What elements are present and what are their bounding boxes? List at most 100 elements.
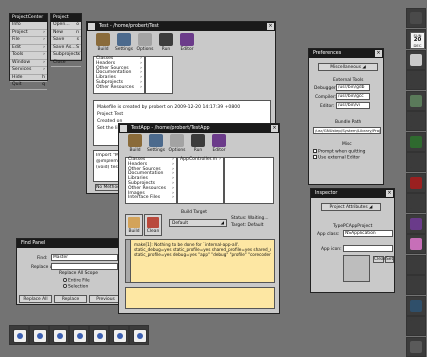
menu-item-services[interactable]: Services ›: [10, 67, 47, 75]
clean-button[interactable]: Clean: [144, 214, 162, 236]
preferences-popup[interactable]: Miscellaneous ◢: [318, 63, 378, 71]
menu-item-project[interactable]: Project ›: [10, 30, 47, 37]
menu-item-open-[interactable]: Open... o: [51, 22, 81, 30]
close-button[interactable]: ×: [375, 50, 382, 57]
close-button[interactable]: ×: [386, 190, 393, 197]
minimized-window-icon[interactable]: [109, 325, 129, 345]
miniaturize-button[interactable]: [120, 125, 127, 132]
network-icon[interactable]: [406, 132, 426, 152]
menu-item-tools[interactable]: Tools ›: [10, 52, 47, 60]
minimized-window-icon[interactable]: [29, 325, 49, 345]
toolbar-options-button[interactable]: Options: [135, 33, 155, 55]
clock-month: DEC: [413, 43, 422, 48]
terminal-icon[interactable]: [406, 70, 426, 90]
window-titlebar[interactable]: TestApp - /home/probert/TestApp ×: [119, 124, 279, 133]
menu-item-quit[interactable]: Quit q: [10, 82, 47, 90]
set-icon-button[interactable]: Set: [385, 256, 394, 263]
toolbar-run-button[interactable]: Run: [188, 134, 208, 156]
toolbar-run-button[interactable]: Run: [156, 33, 176, 55]
map-icon[interactable]: [406, 296, 426, 316]
browser-item[interactable]: Other Resources ›: [94, 85, 144, 91]
browser-item[interactable]: AppController.m ›: [178, 157, 223, 163]
find-field[interactable]: Master: [51, 254, 118, 261]
prompt-quit-checkbox[interactable]: Prompt when quitting: [313, 149, 365, 155]
app-icon-field[interactable]: [343, 245, 393, 252]
window-titlebar[interactable]: Preferences ×: [309, 49, 383, 58]
editor-field[interactable]: /usr/bin/vi: [336, 102, 370, 109]
wheel-icon[interactable]: [406, 316, 426, 336]
headers-column[interactable]: AppController.m ›: [177, 157, 224, 204]
options-icon: [170, 134, 184, 147]
menu-item-info[interactable]: Info: [10, 22, 47, 30]
compiler-field[interactable]: /usr/bin/gcc: [336, 93, 370, 100]
editor-area-2[interactable]: Import "Make@implementatio(void) test: [93, 150, 121, 182]
power-icon[interactable]: [406, 173, 426, 193]
app-icon-well[interactable]: [343, 255, 370, 282]
bundle-path-field[interactable]: /usr/GNUstep/System/Library/Projec: [313, 127, 381, 134]
toolbar-options-button[interactable]: Options: [167, 134, 187, 156]
replace-field[interactable]: [51, 263, 118, 270]
previous-button[interactable]: Previous: [89, 295, 118, 303]
toolbar-settings-button[interactable]: Settings: [146, 134, 166, 156]
project-browser[interactable]: Classes › Headers › Other Sources › Documentat…: [125, 157, 177, 204]
menu-item-close[interactable]: Close: [51, 60, 81, 67]
menu-item-subprojects[interactable]: Subprojects ›: [51, 52, 81, 60]
replace-button[interactable]: Replace: [54, 295, 87, 303]
app-class-field[interactable]: NSApplication: [343, 230, 393, 237]
window-titlebar[interactable]: Test - /home/probert/Test ×: [87, 22, 275, 31]
window-titlebar[interactable]: Find Panel: [17, 239, 118, 248]
menu-item-save[interactable]: Save s: [51, 37, 81, 45]
workspace-icon[interactable]: [406, 8, 426, 28]
toolbar-build-button[interactable]: Build: [125, 134, 145, 156]
browser-item[interactable]: Interface Files ›: [126, 195, 176, 201]
miniaturize-button[interactable]: [88, 23, 95, 30]
paint-icon[interactable]: [406, 234, 426, 254]
build-target-popup[interactable]: Default ◢: [169, 219, 227, 227]
gnustep-icon[interactable]: [406, 50, 426, 70]
window-titlebar[interactable]: Inspector ×: [311, 189, 394, 198]
window-title: Inspector: [315, 191, 338, 196]
close-button[interactable]: ×: [271, 125, 278, 132]
menu-item-new[interactable]: New n: [51, 30, 81, 37]
pink-app-icon[interactable]: [406, 214, 426, 234]
build-errors[interactable]: [125, 287, 275, 309]
debugger-field[interactable]: /usr/bin/gdb: [336, 84, 370, 91]
miniwindow-glyph: [113, 329, 127, 343]
scope-selection[interactable]: Selection: [63, 284, 88, 290]
toolbar-build-button[interactable]: Build: [93, 33, 113, 55]
project-browser[interactable]: Classes › Headers › Other Sources › Documentat…: [93, 56, 145, 94]
toolbar-settings-button[interactable]: Settings: [114, 33, 134, 55]
menu-item-file[interactable]: File ›: [10, 37, 47, 45]
sound-icon[interactable]: [406, 337, 426, 357]
clock-tile[interactable]: SUN 20 DEC: [406, 29, 426, 49]
menu-item-hide[interactable]: Hide h: [10, 75, 47, 82]
build-button[interactable]: Build: [125, 214, 143, 236]
toolbar-editor-button[interactable]: Editor: [209, 134, 229, 156]
output-scrollbar[interactable]: [126, 240, 131, 282]
inspector-popup[interactable]: Project Attributes ◢: [321, 203, 381, 211]
menu-icon[interactable]: [406, 275, 426, 295]
type-value: PCAppProject: [343, 224, 373, 229]
replace-all-button[interactable]: Replace All: [19, 295, 52, 303]
document-icon[interactable]: [406, 255, 426, 275]
menu-item-save-as-[interactable]: Save As... S: [51, 45, 81, 52]
scope-entire-file[interactable]: Entire File: [63, 278, 90, 284]
preferences-window: Preferences × Miscellaneous ◢ External To…: [308, 48, 384, 185]
monitor-icon[interactable]: [406, 91, 426, 111]
toolbar-editor-button[interactable]: Editor: [177, 33, 197, 55]
clear-icon-button[interactable]: Clear: [373, 256, 385, 263]
disk-icon[interactable]: [406, 152, 426, 172]
close-button[interactable]: ×: [267, 23, 274, 30]
menu-item-edit[interactable]: Edit ›: [10, 45, 47, 52]
menu-item-window[interactable]: Window ›: [10, 60, 47, 67]
minimized-window-icon[interactable]: [9, 325, 29, 345]
minimized-window-icon[interactable]: [89, 325, 109, 345]
minimized-window-icon[interactable]: [49, 325, 69, 345]
console-icon[interactable]: [406, 111, 426, 131]
minimized-window-icon[interactable]: [129, 325, 149, 345]
grid-icon[interactable]: [406, 193, 426, 213]
use-external-editor-checkbox[interactable]: Use external Editor: [313, 155, 360, 161]
window-title: Preferences: [313, 51, 342, 56]
build-output[interactable]: make[1]: Nothing to be done for `interna…: [125, 239, 275, 283]
minimized-window-icon[interactable]: [69, 325, 89, 345]
